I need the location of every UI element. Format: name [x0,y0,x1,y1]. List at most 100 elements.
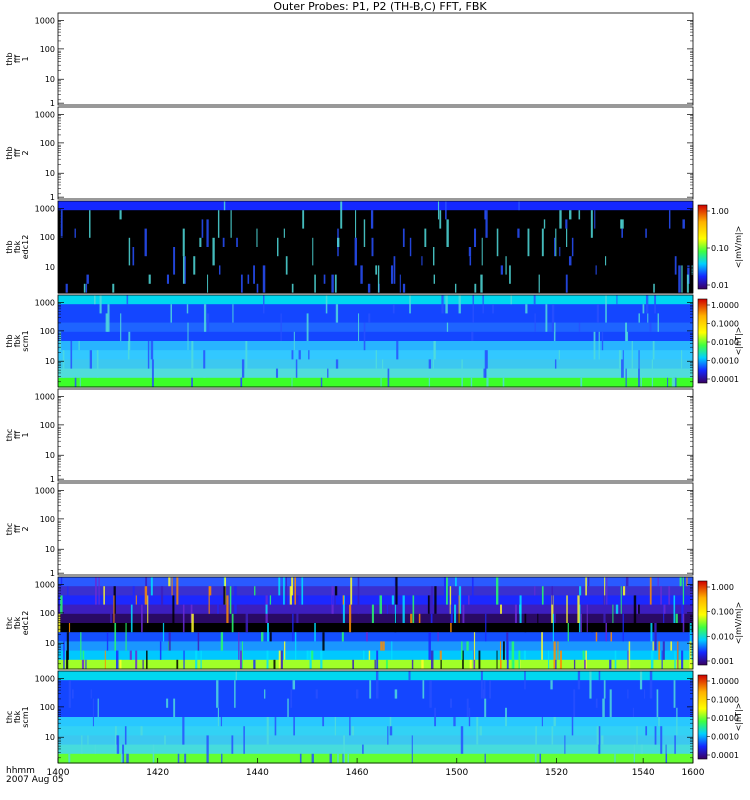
spectrogram-streak [558,350,561,360]
spectrogram-streak [82,650,85,660]
spectrogram-streak [460,726,464,754]
spectrogram-band [58,228,693,239]
spectrogram-band [58,295,693,305]
spectrogram-streak [554,359,557,369]
spectrogram-streak [430,613,433,623]
spectrogram-streak [162,623,165,642]
spectrogram-band [58,717,693,727]
spectrogram-streak [651,359,654,387]
spectrogram-streak [595,698,598,708]
spectrogram-streak [266,717,269,745]
spectrogram-streak [660,726,663,754]
spectrogram-streak [518,201,520,211]
spectrogram-streak [375,671,379,699]
spectrogram-streak [234,586,237,614]
spectrogram-streak [640,744,644,754]
spectrogram-streak [182,256,185,284]
spectrogram-streak [622,586,626,596]
spectrogram-streak [594,210,596,229]
spectrogram-streak [527,228,530,257]
spectrogram-streak [217,707,219,727]
spectrogram-streak [446,219,449,247]
spectrogram-streak [657,313,659,332]
spectrogram-streak [331,274,334,293]
y-tick-label: 1000 [35,298,55,307]
spectrogram-band [58,586,693,596]
spectrogram-streak [677,641,679,669]
spectrogram-streak [80,632,82,660]
spectrogram-streak [206,219,209,247]
colorbar-tick-label: 0.0001 [711,751,739,760]
spectrogram-streak [430,586,434,605]
spectrogram-streak [621,219,624,229]
spectrogram-streak [126,295,129,305]
spectrogram-streak [376,650,379,669]
spectrogram-streak [638,604,640,614]
spectrogram-streak [290,689,293,708]
spectrogram-streak [168,632,171,651]
spectrogram-streak [670,641,673,651]
spectrogram-streak [110,604,112,623]
spectrogram-streak [293,331,295,351]
y-tick-label: 100 [40,609,55,618]
spectrogram-streak [469,659,472,669]
spectrogram-streak [334,717,337,736]
spectrogram-streak [614,650,617,669]
spectrogram-streak [440,659,442,669]
spectrogram-streak [622,613,624,642]
spectrogram-streak [571,237,574,257]
spectrogram-streak [352,659,355,669]
spectrogram-streak [94,744,96,754]
spectrogram-streak [135,595,137,605]
spectrogram-streak [439,210,442,229]
spectrogram-streak [129,650,132,660]
spectrogram-streak [486,377,489,387]
spectrogram-streak [147,595,149,623]
spectrogram-band [58,219,693,230]
colorbar [697,204,708,290]
spectrogram-streak [682,613,685,633]
spectrogram-streak [485,613,487,642]
spectrogram-streak [306,313,309,341]
spectrogram-streak [589,671,592,699]
spectrogram-streak [674,256,677,275]
spectrogram-streak [243,726,245,754]
spectrogram-streak [360,265,363,284]
spectrogram-streak [422,680,425,699]
panel-thc-fbk-edc12: 1.0000.1000.0100.001<|mV/m|>100010010thc… [5,576,743,670]
spectrogram-streak [126,753,129,763]
spectrogram-streak [638,313,640,323]
spectrogram-streak [645,228,647,238]
y-tick-label: 10 [45,75,55,84]
spectrogram-streak [99,295,102,314]
spectrogram-streak [586,604,588,633]
spectrogram-streak [332,595,334,605]
y-tick-label: 100 [40,327,55,336]
spectrogram-streak [263,295,265,314]
spectrogram-streak [104,650,106,669]
spectrogram-streak [408,671,411,681]
spectrogram-streak [226,595,229,623]
spectrogram-streak [649,577,652,605]
spectrogram-streak [445,201,447,220]
spectrogram-streak [454,604,457,623]
spectrogram-streak [363,650,365,660]
spectrogram-streak [374,659,376,669]
spectrogram-streak [151,359,154,387]
spectrogram-streak [120,753,123,763]
spectrogram-streak [66,632,69,660]
spectrogram-streak [545,304,548,332]
panel-ylabel: 1 [21,432,30,437]
spectrogram-band [58,595,693,606]
spectrogram-streak [534,313,536,332]
spectrogram-streak [172,595,175,623]
spectrogram-streak [595,265,597,275]
spectrogram-streak [596,304,599,323]
panel-thc-fff-2: 1000100101thc fff 2 [5,482,694,578]
spectrogram-streak [351,726,355,736]
panel-ylabel: scm1 [21,330,30,351]
spectrogram-streak [267,623,269,642]
spectrogram-streak [644,689,646,699]
spectrogram-streak [591,623,593,633]
spectrogram-streak [483,680,486,699]
